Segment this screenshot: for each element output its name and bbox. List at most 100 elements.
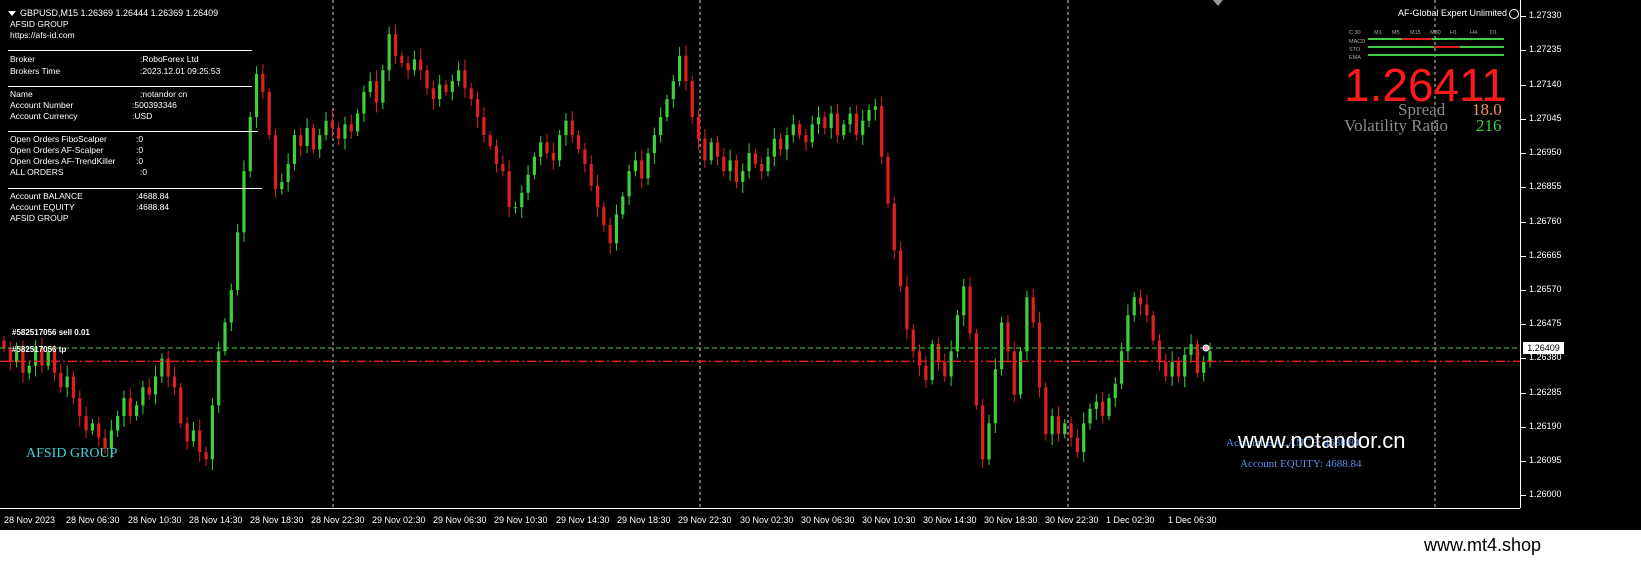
bull-candle xyxy=(539,142,543,157)
bull-candle xyxy=(633,160,638,172)
afsid-watermark: AFSID GROUP xyxy=(26,446,118,461)
price-tick xyxy=(1521,426,1526,428)
bear-candle xyxy=(797,124,802,136)
bull-candle xyxy=(747,153,751,172)
order-label: Open Orders FiboScalper xyxy=(10,134,107,144)
price-tick xyxy=(1521,324,1526,326)
price-tick xyxy=(1521,290,1526,292)
bear-candle xyxy=(488,135,492,146)
bull-candle xyxy=(1025,297,1029,352)
broker-row: Broker:RoboForex Ltd xyxy=(10,54,199,66)
time-tick-label: 29 Nov 18:30 xyxy=(617,515,671,525)
balance-row: Account BALANCE:4688.84 xyxy=(10,191,169,203)
name-row: Name:notandor cn xyxy=(10,89,187,101)
order-row: ALL ORDERS:0 xyxy=(10,167,147,179)
price-tick-label: 1.26000 xyxy=(1529,489,1562,500)
broker-time-label: Brokers Time xyxy=(10,66,61,76)
bull-candle xyxy=(27,365,31,373)
bear-candle xyxy=(482,117,486,136)
chart-window[interactable]: GBPUSD,M15 1.26369 1.26444 1.26369 1.264… xyxy=(0,0,1641,530)
mtf-timeframe: H1 xyxy=(1450,30,1458,36)
bull-candle xyxy=(242,171,246,233)
bull-candle xyxy=(280,181,284,190)
bear-candle xyxy=(400,55,404,64)
time-tick-label: 1 Dec 02:30 xyxy=(1106,515,1155,525)
time-axis[interactable]: 28 Nov 2023 28 Nov 06:30 28 Nov 10:30 28 No… xyxy=(0,508,1520,530)
chart-header: GBPUSD,M15 1.26369 1.26444 1.26369 1.264… xyxy=(8,8,218,18)
bull-candle xyxy=(1120,351,1124,384)
bear-candle xyxy=(722,156,726,172)
sell-order-label[interactable]: #582517056 sell 0.01 xyxy=(12,328,90,337)
bull-candle xyxy=(1132,297,1136,316)
shift-marker-icon[interactable] xyxy=(1213,0,1223,6)
info-url[interactable]: https://afs-id.com xyxy=(10,30,75,42)
price-tick xyxy=(1521,84,1526,86)
time-tick-label: 29 Nov 14:30 xyxy=(556,515,610,525)
take-profit-label[interactable]: #582517056 tp xyxy=(12,345,66,354)
bear-candle xyxy=(425,70,429,89)
caret-down-icon[interactable] xyxy=(8,11,16,17)
expert-advisor-title: AF-Global Expert Unlimited xyxy=(1398,8,1520,19)
broker-time-row: Brokers Time:2023.12.01 09:25:53 xyxy=(10,66,220,78)
bear-candle xyxy=(608,225,612,244)
bull-candle xyxy=(671,81,675,100)
bull-candle xyxy=(254,73,259,118)
mtf-trend-bar xyxy=(1434,46,1460,48)
bear-candle xyxy=(374,81,379,103)
time-tick-label: 28 Nov 06:30 xyxy=(66,515,120,525)
bear-candle xyxy=(1138,297,1143,305)
order-row: Open Orders AF-TrendKiller:0 xyxy=(10,156,143,168)
bear-candle xyxy=(1157,340,1162,363)
price-tick xyxy=(1521,187,1526,189)
bull-candle xyxy=(90,423,94,431)
bull-candle xyxy=(520,192,524,208)
bull-candle xyxy=(292,135,297,164)
equity-label: Account EQUITY xyxy=(10,202,75,212)
time-tick-label: 29 Nov 02:30 xyxy=(372,515,426,525)
bear-candle xyxy=(185,423,189,442)
order-row: Open Orders AF-Scalper:0 xyxy=(10,145,143,157)
bear-candle xyxy=(431,88,435,100)
bear-candle xyxy=(892,203,896,251)
price-axis[interactable]: 1.27330 1.27235 1.27140 1.27045 1.26950 1.268… xyxy=(1520,0,1641,508)
bull-candle xyxy=(766,156,770,172)
bull-candle xyxy=(1000,322,1004,370)
bear-candle xyxy=(917,351,922,366)
mtf-timeframe: D1 xyxy=(1490,30,1498,36)
bear-candle xyxy=(1031,297,1035,323)
order-label: Open Orders AF-TrendKiller xyxy=(10,156,116,166)
bear-candle xyxy=(595,185,600,208)
bull-candle xyxy=(867,109,871,121)
bull-candle xyxy=(930,344,934,381)
bear-candle xyxy=(804,135,808,143)
bull-candle xyxy=(305,127,309,146)
bear-candle xyxy=(684,55,688,82)
bull-candle xyxy=(1170,362,1174,377)
bull-candle xyxy=(343,124,347,139)
bull-candle xyxy=(1202,362,1206,373)
time-tick-label: 30 Nov 18:30 xyxy=(984,515,1038,525)
separator xyxy=(8,86,252,87)
bull-candle xyxy=(141,387,145,406)
bear-candle xyxy=(1101,401,1105,417)
bear-candle xyxy=(71,376,76,399)
bear-candle xyxy=(968,286,972,334)
bear-candle xyxy=(551,153,555,161)
bear-candle xyxy=(494,145,499,164)
bull-candle xyxy=(665,99,669,118)
bull-candle xyxy=(652,135,656,154)
bull-candle xyxy=(355,113,360,132)
bear-candle xyxy=(198,430,202,453)
bull-candle xyxy=(1063,423,1067,435)
time-tick-label: 29 Nov 06:30 xyxy=(433,515,487,525)
name-value: :notandor cn xyxy=(140,89,188,99)
bull-candle xyxy=(229,290,233,323)
separator xyxy=(8,188,262,189)
bull-candle xyxy=(153,376,158,395)
broker-label: Broker xyxy=(10,54,36,64)
bear-candle xyxy=(84,416,88,431)
price-tick xyxy=(1521,461,1526,463)
bull-candle xyxy=(627,171,631,197)
bear-candle xyxy=(311,127,315,150)
bear-candle xyxy=(128,398,132,417)
